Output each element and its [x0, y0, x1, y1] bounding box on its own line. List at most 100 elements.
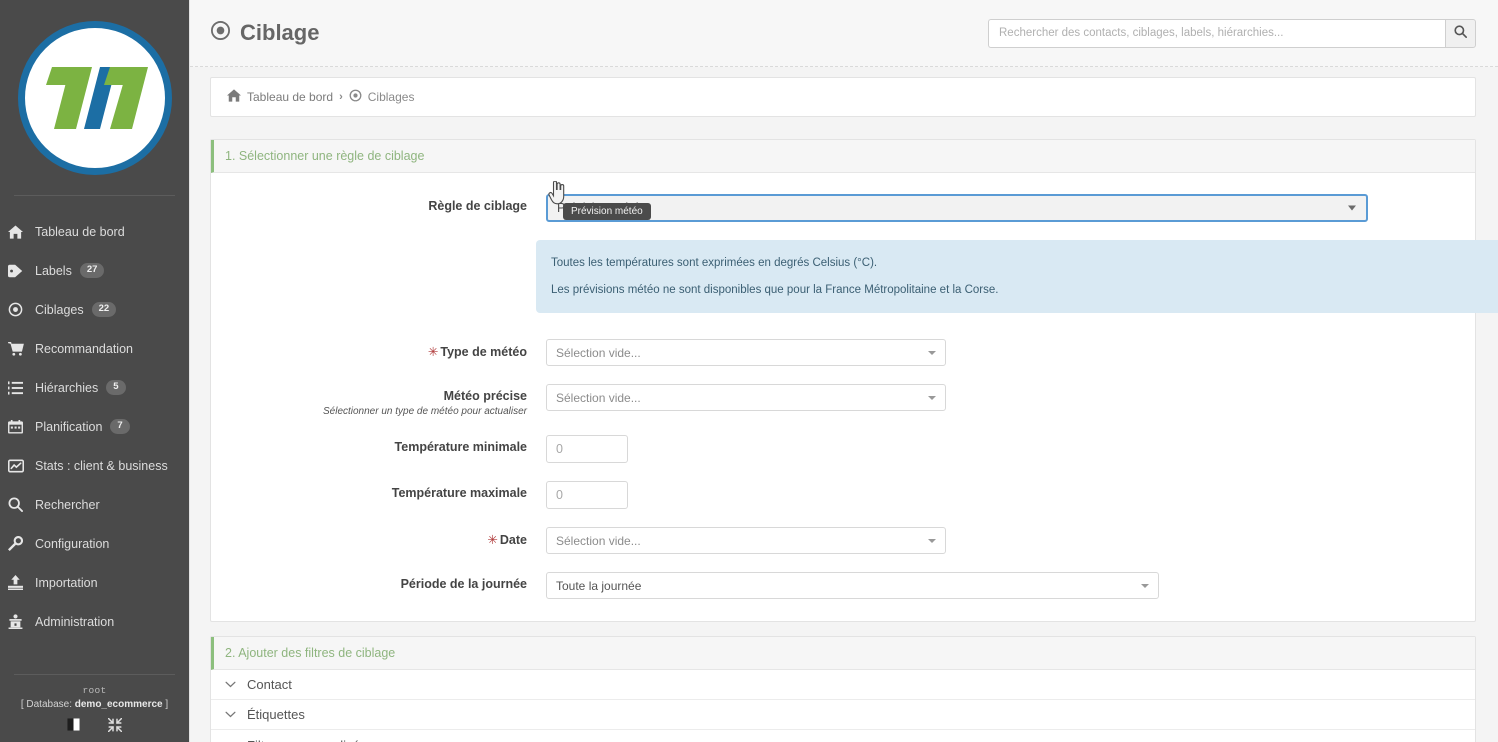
- chevron-down-icon: [1348, 205, 1356, 211]
- sidebar-item-planification[interactable]: Planification 7: [0, 407, 189, 446]
- sidebar-item-importation[interactable]: Importation: [0, 563, 189, 602]
- rule-field: Prévision météo: [546, 194, 1475, 222]
- sidebar-item-recommandation[interactable]: Recommandation: [0, 329, 189, 368]
- accordion-filtres-label: Filtres personnalisés: [247, 738, 366, 742]
- sidebar-item-badge: 27: [79, 263, 105, 278]
- sidebar-item-label: Ciblages: [35, 302, 84, 317]
- breadcrumb-separator: ›: [339, 91, 343, 103]
- list-icon: [8, 380, 30, 396]
- current-user: root: [82, 685, 107, 696]
- brand-logo[interactable]: [17, 20, 172, 175]
- sidebar-footer-actions: [0, 718, 189, 732]
- sidebar-item-badge: 22: [91, 302, 117, 317]
- page-title-text: Ciblage: [240, 20, 320, 45]
- sidebar-item-rechercher[interactable]: Rechercher: [0, 485, 189, 524]
- accordion-contact[interactable]: Contact: [211, 670, 1475, 700]
- form-row-max-temperature: Température maximale: [211, 481, 1475, 509]
- search-icon: [1454, 25, 1467, 41]
- day-period-select[interactable]: Toute la journée: [546, 572, 1159, 599]
- section-select-rule: 1. Sélectionner une règle de ciblage Règ…: [210, 139, 1498, 622]
- min-temperature-label: Température minimale: [394, 440, 527, 454]
- top-bar: Ciblage: [190, 0, 1498, 67]
- weather-type-value: Sélection vide...: [556, 345, 641, 360]
- search-icon: [8, 497, 30, 513]
- rule-label: Règle de ciblage: [428, 199, 527, 213]
- database-info: [ Database: demo_ecommerce ]: [0, 699, 189, 710]
- weather-type-select[interactable]: Sélection vide...: [546, 339, 946, 366]
- sidebar-item-tableau-de-bord[interactable]: Tableau de bord: [0, 212, 189, 251]
- search-button[interactable]: [1445, 18, 1476, 48]
- max-temperature-input[interactable]: [546, 481, 628, 509]
- logo-container: [0, 0, 189, 195]
- accordion-contact-label: Contact: [247, 677, 292, 692]
- breadcrumb: Tableau de bord › Ciblages: [210, 77, 1476, 117]
- form-row-day-period: Période de la journée Toute la journée: [211, 572, 1475, 599]
- accordion-filtres-personnalises[interactable]: Filtres personnalisés: [211, 730, 1475, 742]
- home-icon: [8, 224, 30, 240]
- info-line-2: Les prévisions météo ne sont disponibles…: [551, 284, 999, 296]
- chevron-down-icon: [225, 681, 236, 688]
- precise-weather-label: Météo précise Sélectionner un type de mé…: [211, 384, 546, 417]
- section-add-filters: 2. Ajouter des filtres de ciblage Contac…: [210, 636, 1476, 742]
- search-input[interactable]: [988, 18, 1445, 48]
- sidebar-item-badge: 5: [106, 380, 126, 395]
- global-search: [988, 18, 1476, 48]
- chevron-down-icon: [225, 711, 236, 718]
- main-area: Ciblage Tableau de bord ›: [189, 0, 1498, 742]
- label-text: Type de météo: [440, 345, 527, 359]
- content-scroll: Tableau de bord › Ciblages 1. Sélectionn…: [190, 67, 1498, 742]
- required-asterisk: ✳: [427, 345, 439, 359]
- section2-title: 2. Ajouter des filtres de ciblage: [211, 637, 1475, 670]
- sidebar-item-hierarchies[interactable]: Hiérarchies 5: [0, 368, 189, 407]
- wrench-icon: [8, 536, 30, 552]
- breadcrumb-item-ciblages: Ciblages: [367, 90, 415, 104]
- app-root: Tableau de bord Labels 27 Ciblages 22 Re…: [0, 0, 1498, 742]
- precise-weather-select[interactable]: Sélection vide...: [546, 384, 946, 411]
- sidebar-nav: Tableau de bord Labels 27 Ciblages 22 Re…: [0, 212, 189, 641]
- target-icon: [349, 89, 362, 105]
- sidebar-item-administration[interactable]: Administration: [0, 602, 189, 641]
- sidebar-item-labels[interactable]: Labels 27: [0, 251, 189, 290]
- sidebar-footer: root [ Database: demo_ecommerce ]: [0, 674, 189, 742]
- sidebar-item-configuration[interactable]: Configuration: [0, 524, 189, 563]
- target-icon: [210, 20, 231, 47]
- sidebar-item-label: Labels: [35, 263, 72, 278]
- min-temperature-input[interactable]: [546, 435, 628, 463]
- day-period-label: Période de la journée: [400, 577, 527, 591]
- sidebar-item-label: Importation: [35, 575, 98, 590]
- precise-weather-hint: Sélectionner un type de météo pour actua…: [322, 406, 527, 417]
- page-title: Ciblage: [210, 20, 319, 47]
- chevron-down-icon: [928, 395, 936, 400]
- form-row-min-temperature: Température minimale: [211, 435, 1475, 463]
- sidebar-divider-bottom: [14, 674, 175, 675]
- database-prefix: [ Database:: [20, 699, 75, 710]
- admin-icon: [8, 614, 30, 630]
- accordion-etiquettes[interactable]: Étiquettes: [211, 700, 1475, 730]
- date-value: Sélection vide...: [556, 533, 641, 548]
- sidebar-item-label: Tableau de bord: [35, 224, 125, 239]
- chevron-down-icon: [1141, 583, 1149, 588]
- section1-title: 1. Sélectionner une règle de ciblage: [211, 140, 1475, 173]
- breadcrumb-item-tableau-de-bord[interactable]: Tableau de bord: [247, 90, 333, 104]
- chevron-down-icon: [928, 538, 936, 543]
- date-select[interactable]: Sélection vide...: [546, 527, 946, 554]
- weather-type-label: ✳ Type de météo: [211, 339, 546, 359]
- targeting-rule-select[interactable]: Prévision météo: [546, 194, 1368, 222]
- sidebar-item-label: Configuration: [35, 536, 110, 551]
- accordion-etiquettes-label: Étiquettes: [247, 707, 305, 722]
- section1-body: Règle de ciblage Prévision météo Toutes …: [211, 173, 1498, 621]
- contrast-toggle-icon[interactable]: [67, 718, 80, 732]
- sidebar-item-stats[interactable]: Stats : client & business: [0, 446, 189, 485]
- calendar-icon: [8, 419, 30, 435]
- home-icon: [227, 89, 241, 105]
- label-text: Date: [499, 533, 527, 547]
- sidebar-item-badge: 7: [110, 419, 130, 434]
- tag-icon: [8, 263, 30, 279]
- sidebar: Tableau de bord Labels 27 Ciblages 22 Re…: [0, 0, 189, 742]
- sidebar-divider-top: [14, 195, 175, 196]
- sidebar-item-ciblages[interactable]: Ciblages 22: [0, 290, 189, 329]
- collapse-sidebar-icon[interactable]: [108, 718, 122, 732]
- database-suffix: ]: [162, 699, 169, 710]
- info-line-1: Toutes les températures sont exprimées e…: [551, 257, 878, 269]
- date-label: ✳ Date: [211, 527, 546, 547]
